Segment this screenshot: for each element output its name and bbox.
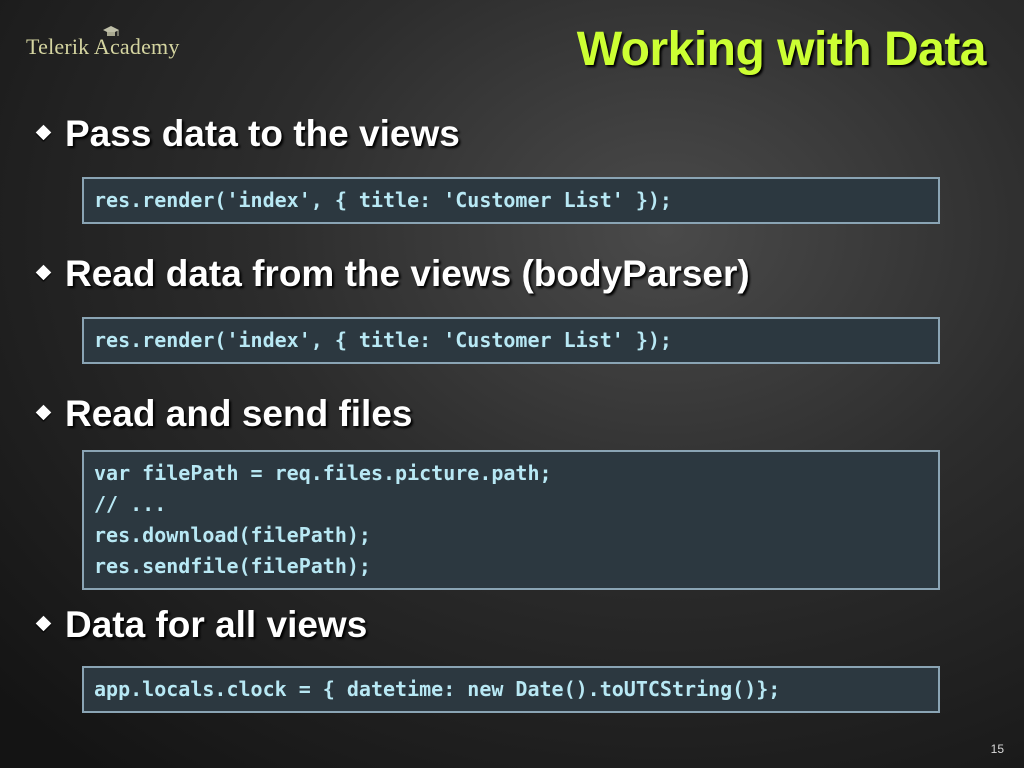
code-line: // ... [94, 492, 167, 516]
bullet-read-data: Read data from the views (bodyParser) [35, 253, 750, 295]
code-line: app.locals.clock = { datetime: new Date(… [94, 677, 781, 701]
bullet-text: Read and send files [65, 393, 413, 434]
code-line: res.download(filePath); [94, 523, 371, 547]
bullet-diamond-icon [35, 264, 52, 280]
bullet-diamond-icon [35, 615, 52, 631]
page-number: 15 [990, 742, 1004, 756]
graduation-cap-icon [103, 26, 119, 36]
code-block-data-all-views: app.locals.clock = { datetime: new Date(… [82, 666, 940, 713]
bullet-data-all-views: Data for all views [35, 604, 368, 646]
code-line: var filePath = req.files.picture.path; [94, 461, 552, 485]
bullet-text: Pass data to the views [65, 113, 460, 154]
bullet-read-send-files: Read and send files [35, 393, 413, 435]
code-block-read-data: res.render('index', { title: 'Customer L… [82, 317, 940, 364]
code-line: res.render('index', { title: 'Customer L… [94, 328, 672, 352]
bullet-text: Data for all views [65, 604, 368, 645]
code-line: res.sendfile(filePath); [94, 554, 371, 578]
bullet-pass-data: Pass data to the views [35, 113, 460, 155]
code-line: res.render('index', { title: 'Customer L… [94, 188, 672, 212]
telerik-academy-logo: Telerik Academy [26, 26, 180, 60]
code-block-pass-data: res.render('index', { title: 'Customer L… [82, 177, 940, 224]
bullet-diamond-icon [35, 404, 52, 420]
bullet-text: Read data from the views (bodyParser) [65, 253, 750, 294]
slide-title: Working with Data [576, 23, 987, 76]
code-block-read-send-files: var filePath = req.files.picture.path; //… [82, 450, 940, 590]
bullet-diamond-icon [35, 124, 52, 140]
